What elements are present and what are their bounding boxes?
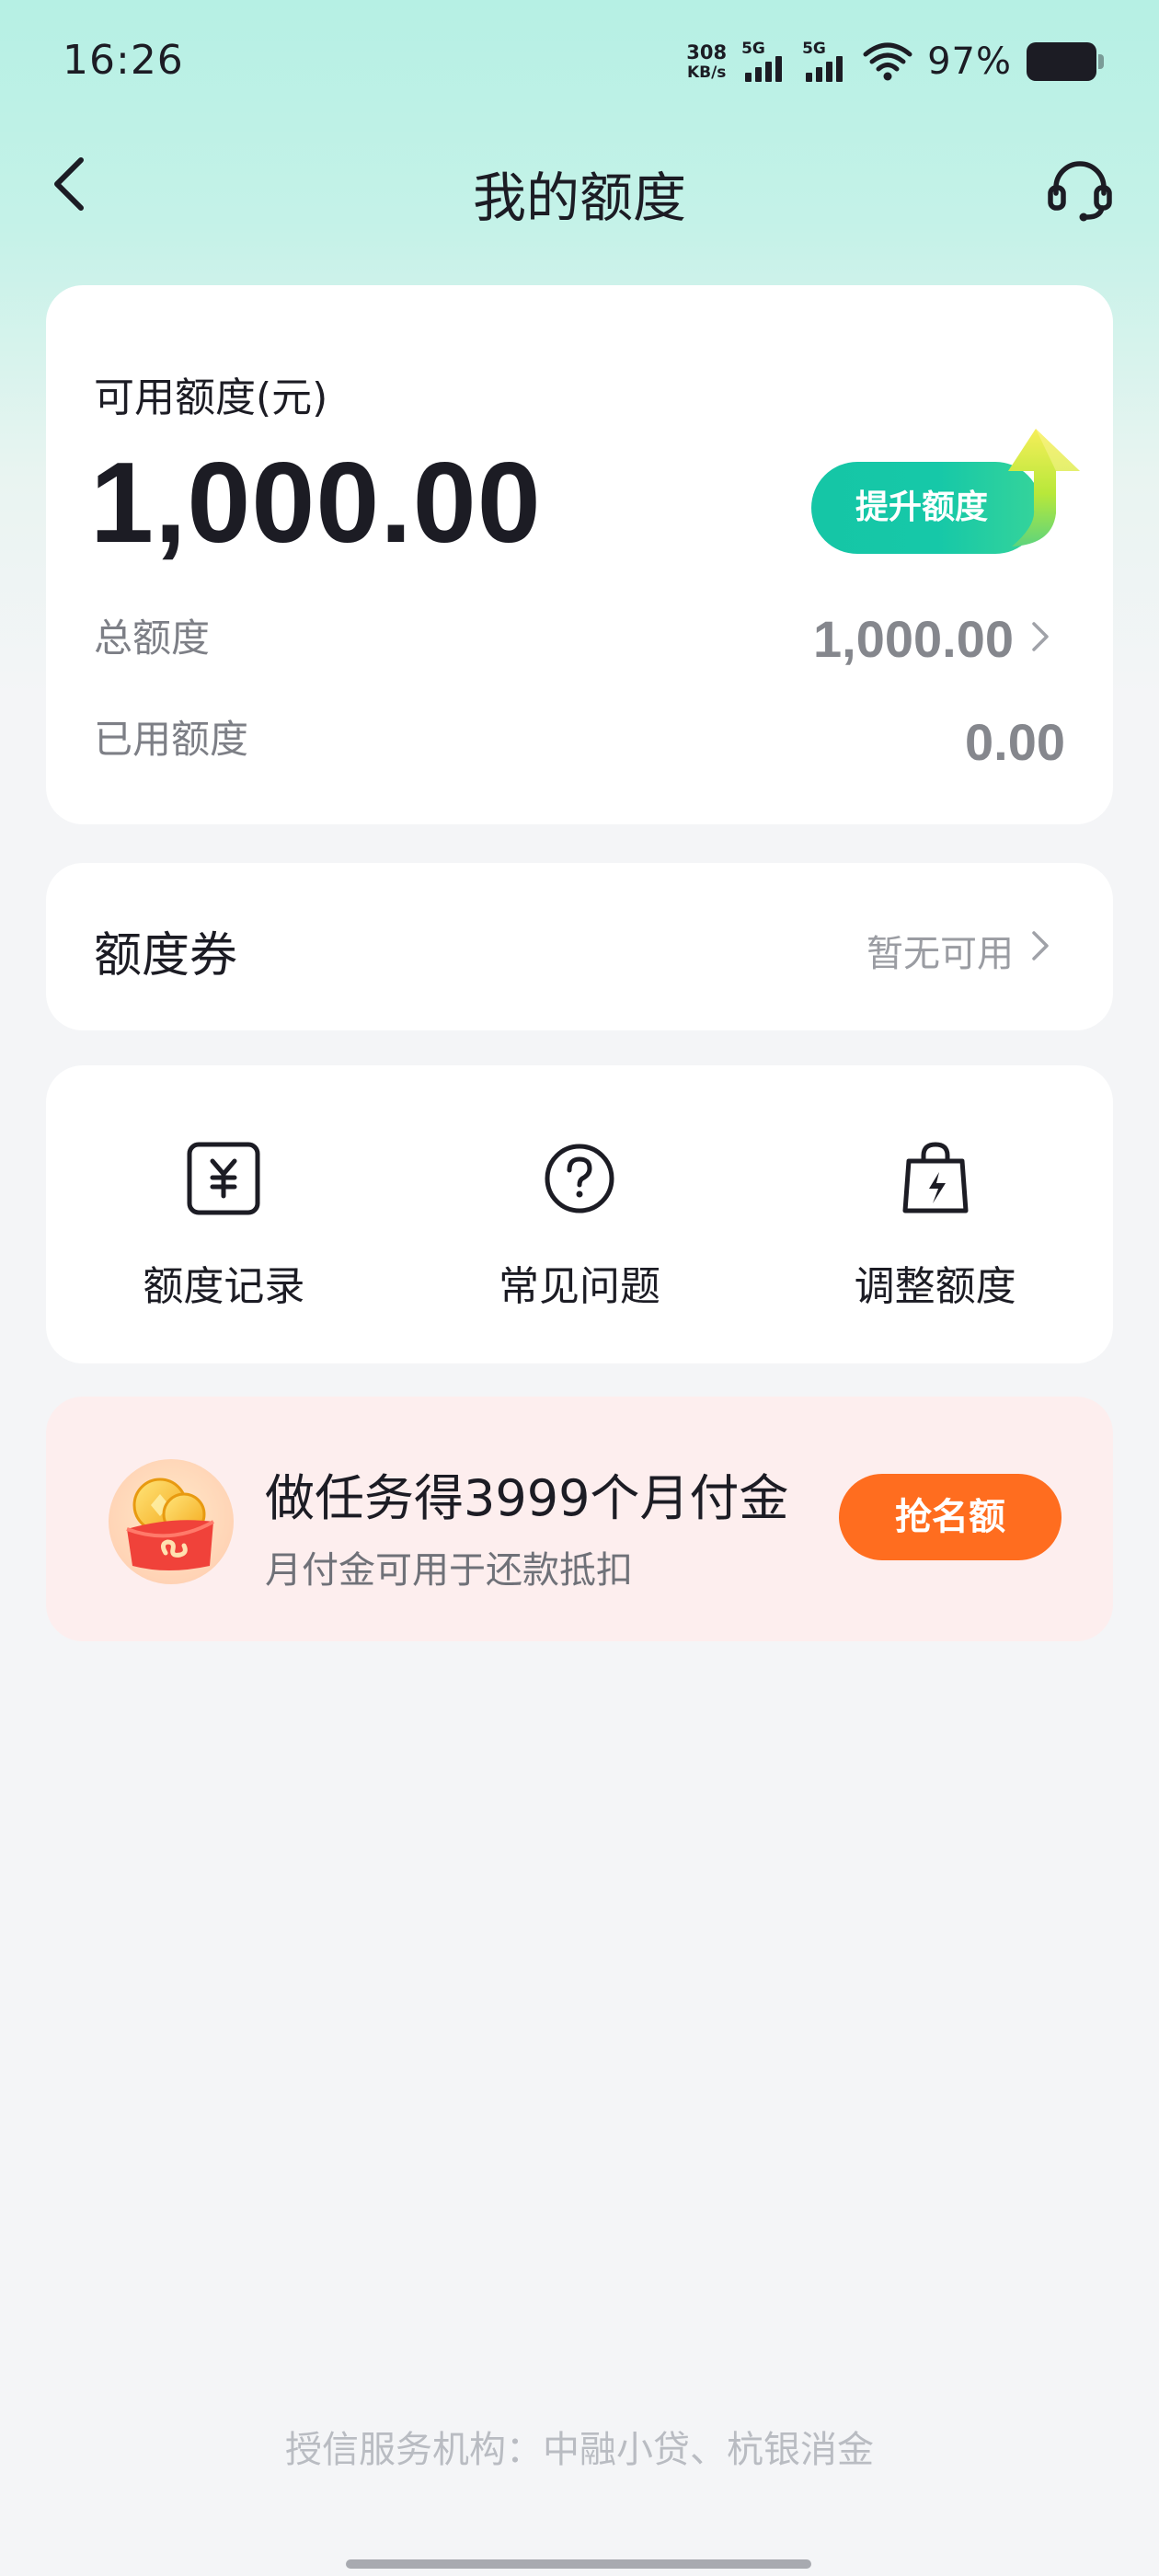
headset-icon[interactable]: [1047, 156, 1113, 223]
status-bar: 16:26 308 KB/s 5G 5G 97%: [0, 0, 1159, 129]
status-indicators: 308 KB/s 5G 5G 97%: [686, 39, 1104, 85]
quota-coupon-row[interactable]: 额度券 暂无可用: [46, 863, 1113, 1030]
battery-icon: [1027, 42, 1104, 81]
quota-coupon-status: 暂无可用: [866, 933, 1014, 975]
menu-item-faq[interactable]: 常见问题: [402, 1065, 758, 1363]
status-time: 16:26: [63, 37, 184, 84]
page-title: 我的额度: [472, 167, 686, 229]
menu-item-quota-records[interactable]: 额度记录: [46, 1065, 402, 1363]
network-speed-unit: KB/s: [686, 63, 727, 82]
used-quota-label: 已用额度: [94, 717, 249, 762]
home-indicator[interactable]: [346, 2559, 811, 2569]
signal-icon: 5G: [741, 40, 787, 82]
used-quota-value: 0.00: [965, 713, 1065, 771]
lightning-bag-icon: [902, 1142, 969, 1213]
promo-subtitle: 月付金可用于还款抵扣: [265, 1549, 633, 1592]
quota-card: 可用额度(元) 1,000.00 提升额度 总额度 1,000.00 已用额度 …: [46, 285, 1113, 824]
raise-quota-button[interactable]: 提升额度: [811, 429, 1084, 558]
promo-banner[interactable]: 做任务得3999个月付金 月付金可用于还款抵扣 抢名额: [46, 1397, 1113, 1641]
total-quota-label: 总额度: [94, 615, 211, 661]
quick-menu: 额度记录 常见问题 调整额度: [46, 1065, 1113, 1363]
available-quota-label: 可用额度(元): [94, 374, 328, 421]
yen-document-icon: [187, 1142, 260, 1215]
network-speed-value: 308: [686, 40, 728, 63]
wifi-icon: [863, 41, 912, 82]
network-speed: 308 KB/s: [686, 40, 728, 82]
quota-coupon-title: 额度券: [94, 928, 238, 983]
total-quota-value[interactable]: 1,000.00: [813, 609, 1014, 669]
chevron-right-icon[interactable]: [1027, 618, 1054, 655]
raise-quota-label: 提升额度: [855, 489, 988, 526]
question-circle-icon: [545, 1144, 614, 1213]
menu-label: 调整额度: [854, 1263, 1016, 1310]
grab-slot-button[interactable]: 抢名额: [839, 1474, 1061, 1560]
signal-label: 5G: [802, 40, 826, 58]
signal-icon: 5G: [802, 40, 848, 82]
chevron-right-icon: [1032, 931, 1049, 960]
menu-label: 额度记录: [143, 1263, 305, 1310]
menu-item-adjust-quota[interactable]: 调整额度: [757, 1065, 1113, 1363]
signal-label: 5G: [741, 40, 765, 58]
battery-percent: 97%: [927, 40, 1012, 83]
credit-institution-note: 授信服务机构：中融小贷、杭银消金: [285, 2429, 874, 2471]
nav-bar: 我的额度: [0, 138, 1159, 230]
promo-title: 做任务得3999个月付金: [265, 1469, 789, 1527]
available-quota-amount: 1,000.00: [90, 440, 542, 567]
coin-envelope-icon: [109, 1459, 234, 1584]
menu-label: 常见问题: [499, 1263, 660, 1310]
